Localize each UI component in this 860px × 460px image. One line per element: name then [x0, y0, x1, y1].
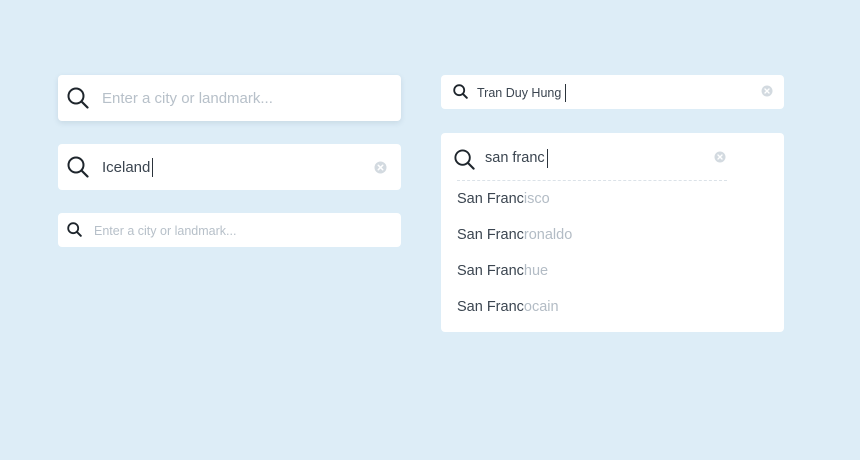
- search-input[interactable]: Iceland: [102, 158, 154, 177]
- suggestion-match: San Franc: [457, 227, 524, 243]
- search-input[interactable]: Tran Duy Hung: [477, 84, 567, 102]
- search-input-value: Iceland: [102, 159, 151, 176]
- text-caret: [546, 149, 548, 168]
- suggestion-item[interactable]: San Francronaldo: [457, 228, 572, 243]
- suggestion-completion: ocain: [523, 299, 559, 315]
- autocomplete-divider: [457, 180, 727, 181]
- search-icon: [67, 222, 82, 237]
- autocomplete-panel[interactable]: san franc San Francisco San Francronaldo…: [441, 133, 784, 332]
- search-input-placeholder[interactable]: Enter a city or landmark...: [102, 91, 273, 106]
- search-input-placeholder[interactable]: Enter a city or landmark...: [94, 225, 236, 238]
- suggestion-item[interactable]: San Francocain: [457, 300, 559, 315]
- text-caret: [565, 84, 567, 102]
- suggestion-item[interactable]: San Francisco: [457, 192, 550, 207]
- suggestion-item[interactable]: San Franchue: [457, 264, 548, 279]
- autocomplete-query: san franc: [485, 150, 545, 166]
- search-input-value: Tran Duy Hung: [477, 86, 562, 100]
- suggestion-completion: hue: [523, 263, 549, 279]
- search-box-small-filled[interactable]: Tran Duy Hung: [441, 75, 784, 109]
- clear-icon[interactable]: [374, 161, 387, 174]
- suggestion-match: San Franc: [457, 263, 524, 279]
- clear-icon[interactable]: [761, 85, 773, 97]
- suggestion-match: San Franc: [457, 191, 524, 207]
- suggestion-completion: isco: [523, 191, 550, 207]
- search-icon: [67, 87, 89, 109]
- search-icon: [67, 156, 89, 178]
- suggestion-completion: ronaldo: [523, 227, 573, 243]
- search-box-large-filled[interactable]: Iceland: [58, 144, 401, 190]
- autocomplete-input[interactable]: san franc: [485, 149, 548, 168]
- text-caret: [152, 158, 154, 177]
- search-box-small-empty[interactable]: Enter a city or landmark...: [58, 213, 401, 247]
- search-icon: [453, 84, 468, 99]
- clear-icon[interactable]: [714, 151, 726, 163]
- search-box-large-empty[interactable]: Enter a city or landmark...: [58, 75, 401, 121]
- suggestion-match: San Franc: [457, 299, 524, 315]
- search-icon: [454, 149, 475, 170]
